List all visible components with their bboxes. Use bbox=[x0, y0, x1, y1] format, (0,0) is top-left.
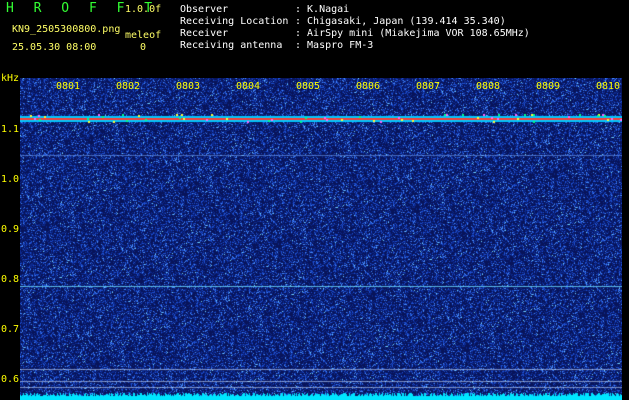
y-axis-unit: kHz bbox=[1, 73, 20, 84]
x-tick-label: 0804 bbox=[236, 81, 261, 92]
y-tick-label: 0.8 bbox=[1, 274, 20, 285]
counter-value: 0 bbox=[140, 42, 147, 53]
info-label-observer: Observer bbox=[180, 4, 229, 15]
info-label-antenna: Receiving antenna bbox=[180, 40, 283, 51]
x-tick-label: 0807 bbox=[416, 81, 441, 92]
x-tick-label: 0808 bbox=[476, 81, 501, 92]
info-value-antenna: : Maspro FM-3 bbox=[295, 40, 374, 51]
y-tick-label: 1.1 bbox=[1, 124, 20, 135]
version-label: 1.0.0f bbox=[125, 4, 162, 15]
x-tick-label: 0810 bbox=[596, 81, 621, 92]
filename-label: KN9_2505300800.png bbox=[12, 24, 121, 35]
x-tick-label: 0802 bbox=[116, 81, 141, 92]
x-tick-label: 0805 bbox=[296, 81, 321, 92]
mode-label: meleof bbox=[125, 30, 162, 41]
spectrogram-canvas bbox=[20, 78, 622, 400]
info-value-location: : Chigasaki, Japan (139.414 35.340) bbox=[295, 16, 506, 27]
y-tick-label: 0.6 bbox=[1, 374, 20, 385]
x-tick-label: 0803 bbox=[176, 81, 201, 92]
x-tick-label: 0801 bbox=[56, 81, 81, 92]
y-tick-label: 0.9 bbox=[1, 224, 20, 235]
y-tick-label: 1.0 bbox=[1, 174, 20, 185]
x-tick-label: 0809 bbox=[536, 81, 561, 92]
info-label-receiver: Receiver bbox=[180, 28, 229, 39]
x-tick-label: 0806 bbox=[356, 81, 381, 92]
y-tick-label: 0.7 bbox=[1, 324, 20, 335]
info-value-receiver: : AirSpy mini (Miakejima VOR 108.65MHz) bbox=[295, 28, 530, 39]
info-label-location: Receiving Location bbox=[180, 16, 289, 27]
info-value-observer: : K.Nagai bbox=[295, 4, 350, 15]
datetime-label: 25.05.30 08:00 bbox=[12, 42, 97, 53]
